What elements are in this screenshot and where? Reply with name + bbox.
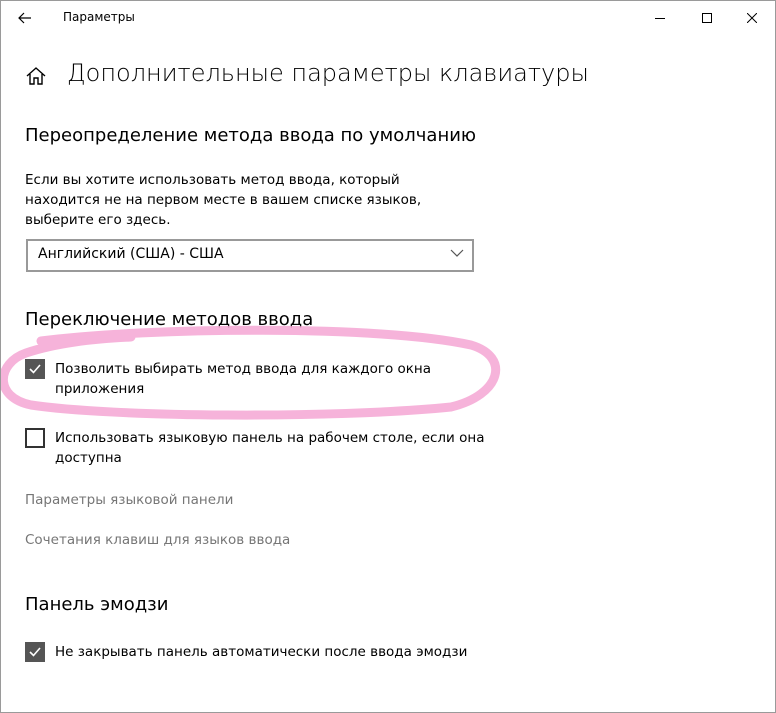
home-button[interactable] — [23, 63, 49, 89]
minimize-icon — [655, 17, 665, 19]
per-app-input-checkbox-row[interactable]: Позволить выбирать метод ввода для каждо… — [25, 359, 495, 399]
language-bar-checkbox[interactable] — [25, 428, 45, 448]
language-bar-checkbox-row[interactable]: Использовать языковую панель на рабочем … — [25, 428, 495, 468]
back-button[interactable] — [9, 4, 41, 32]
home-icon — [26, 67, 46, 85]
window-title: Параметры — [63, 10, 135, 24]
per-app-input-checkbox[interactable] — [25, 359, 45, 379]
switching-section-title: Переключение методов ввода — [25, 309, 314, 330]
language-bar-options-link[interactable]: Параметры языковой панели — [25, 492, 233, 508]
input-method-dropdown[interactable]: Английский (США) - США — [26, 239, 474, 272]
close-button[interactable] — [729, 1, 775, 34]
emoji-keep-open-label: Не закрывать панель автоматически после … — [55, 644, 468, 660]
maximize-icon — [702, 12, 712, 23]
emoji-section-title: Панель эмодзи — [25, 594, 169, 615]
override-description: Если вы хотите использовать метод ввода,… — [25, 172, 422, 228]
maximize-button[interactable] — [684, 1, 730, 34]
minimize-button[interactable] — [637, 1, 683, 34]
close-icon — [747, 12, 757, 23]
settings-window: Параметры Дополнительные параметры клави… — [0, 0, 776, 713]
input-hotkeys-link[interactable]: Сочетания клавиш для языков ввода — [25, 532, 290, 548]
title-bar: Параметры — [1, 1, 775, 34]
page-title: Дополнительные параметры клавиатуры — [67, 59, 589, 87]
arrow-left-icon — [18, 12, 31, 24]
chevron-down-icon — [450, 249, 464, 257]
emoji-keep-open-checkbox[interactable] — [25, 642, 45, 662]
checkmark-icon — [29, 364, 41, 374]
dropdown-value: Английский (США) - США — [38, 246, 224, 262]
language-bar-label: Использовать языковую панель на рабочем … — [55, 430, 485, 466]
per-app-input-label: Позволить выбирать метод ввода для каждо… — [55, 361, 432, 397]
emoji-checkbox-row[interactable]: Не закрывать панель автоматически после … — [25, 642, 495, 662]
override-section-title: Переопределение метода ввода по умолчани… — [25, 125, 477, 146]
checkmark-icon — [29, 647, 41, 657]
